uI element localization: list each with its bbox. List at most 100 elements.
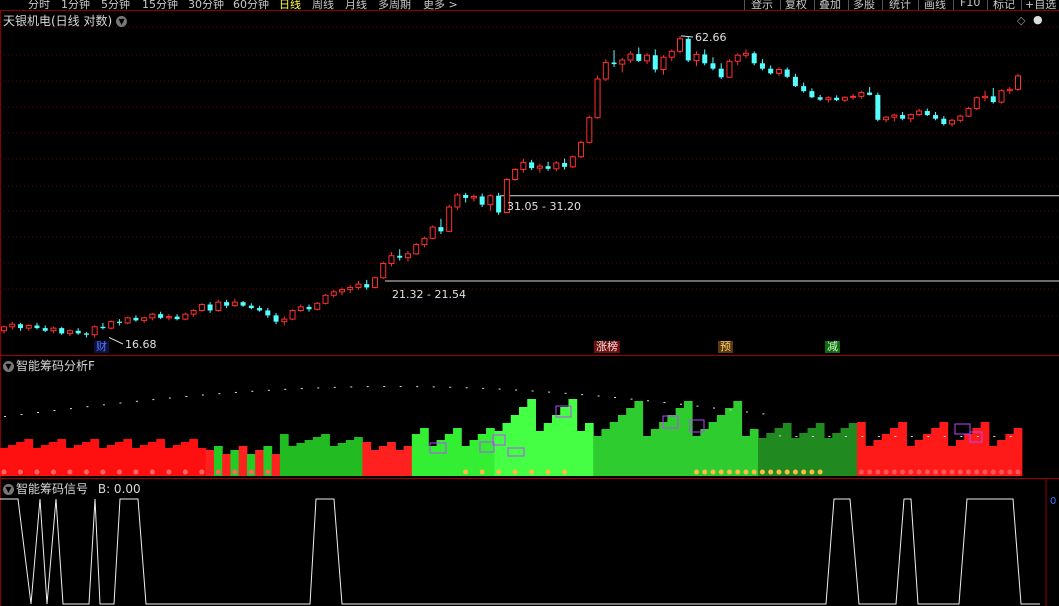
chip-bar <box>782 423 792 476</box>
candle-down <box>273 315 279 322</box>
chip-marker <box>726 469 732 475</box>
chip-marker <box>916 469 922 475</box>
event-tag-reduce[interactable]: 减 <box>825 341 840 353</box>
tab-fenshi[interactable]: 分时 <box>28 0 50 10</box>
candle-up <box>512 168 519 180</box>
chip-curve-dot <box>828 436 831 437</box>
low-price-label: 16.68 <box>125 338 157 351</box>
chip-marker <box>941 469 947 475</box>
chip-marker <box>182 469 188 475</box>
candle-down <box>867 92 873 95</box>
candle-down <box>652 55 658 70</box>
tab-monthly[interactable]: 月线 <box>345 0 367 10</box>
mark-button[interactable]: 标记 <box>993 0 1015 10</box>
candle-up <box>973 97 980 109</box>
candle-up <box>619 59 626 65</box>
chip-signal-title[interactable]: ▼ 智能筹码信号 B: 0.00 <box>3 480 141 497</box>
chip-bar <box>378 446 388 476</box>
candle-up <box>446 206 453 232</box>
chip-marker <box>166 469 172 475</box>
chip-analysis-panel[interactable]: ▼ 智能筹码分析F <box>0 356 1059 479</box>
chip-curve-dot <box>185 395 188 397</box>
chip-bar <box>444 434 454 476</box>
tab-1min[interactable]: 1分钟 <box>61 0 90 10</box>
tab-30min[interactable]: 30分钟 <box>188 0 224 10</box>
chip-bar <box>156 439 166 476</box>
tab-60min[interactable]: 60分钟 <box>233 0 269 10</box>
chip-bar <box>420 428 429 476</box>
chip-marker <box>693 469 699 475</box>
chip-curve-dot <box>234 391 237 393</box>
chip-bar <box>683 401 693 476</box>
chip-curve-dot <box>976 436 979 437</box>
chip-curve-dot <box>696 405 699 407</box>
chip-curve-dot <box>4 416 6 417</box>
chip-bar <box>123 439 133 476</box>
chip-bar <box>593 436 602 476</box>
pin-icon[interactable]: ● <box>1033 13 1043 26</box>
chip-bar <box>387 442 396 476</box>
period-toolbar: 分时 1分钟 5分钟 15分钟 30分钟 60分钟 日线 周线 月线 多周期 更… <box>0 0 1059 11</box>
candle-down <box>685 38 691 61</box>
chip-bar <box>436 440 446 476</box>
low-pointer <box>108 337 124 345</box>
chip-curve-dot <box>416 386 419 388</box>
chevron-down-icon[interactable]: ▼ <box>3 361 14 372</box>
main-chart-title[interactable]: 天银机电(日线 对数) ▼ <box>3 12 129 29</box>
candle-up <box>215 301 222 311</box>
diamond-icon[interactable]: ◇ <box>1017 14 1025 27</box>
tab-5min[interactable]: 5分钟 <box>101 0 130 10</box>
chip-signal-panel[interactable]: ▼ 智能筹码信号 B: 0.00 0 <box>0 479 1059 606</box>
statistics-button[interactable]: 统计 <box>889 0 911 10</box>
chip-bar <box>617 415 627 476</box>
display-button[interactable]: 登示 <box>751 0 773 10</box>
chip-bar <box>939 422 949 476</box>
chip-curve-dot <box>844 436 847 437</box>
candle-down <box>834 97 840 101</box>
chip-bar <box>931 428 940 476</box>
draw-line-button[interactable]: 画线 <box>924 0 946 10</box>
chip-curve-dot <box>135 400 138 402</box>
candle-down <box>75 330 81 334</box>
candle-up <box>149 313 156 319</box>
candle-up <box>998 90 1005 103</box>
restore-rights-button[interactable]: 复权 <box>785 0 807 10</box>
event-tag-limit-up-list[interactable]: 涨榜 <box>594 341 620 353</box>
candle-down <box>496 195 502 213</box>
candle-up <box>380 263 387 279</box>
event-tag-forecast[interactable]: 预 <box>718 341 733 353</box>
chip-marker <box>999 469 1005 475</box>
candle-up <box>858 92 865 97</box>
candle-down <box>42 328 48 331</box>
price-chart-panel[interactable]: 天银机电(日线 对数) ▼ ◇ ● 62.66 16.68 31.05 - 31… <box>0 11 1059 356</box>
candle-down <box>207 304 213 311</box>
chip-analysis-title[interactable]: ▼ 智能筹码分析F <box>3 357 95 374</box>
overlay-button[interactable]: 叠加 <box>819 0 841 10</box>
tab-weekly[interactable]: 周线 <box>312 0 334 10</box>
add-watchlist-button[interactable]: +自选 <box>1025 0 1056 10</box>
candle-up <box>644 54 651 62</box>
tab-multi-period[interactable]: 多周期 <box>378 0 411 10</box>
chip-marker <box>900 469 906 475</box>
candle-up <box>141 317 148 321</box>
tab-daily[interactable]: 日线 <box>279 0 301 10</box>
chip-marker <box>100 469 106 475</box>
chevron-down-icon[interactable]: ▼ <box>3 484 14 495</box>
chip-curve-dot <box>482 387 485 389</box>
candle-up <box>413 244 420 255</box>
multi-stock-button[interactable]: 多股 <box>853 0 875 10</box>
event-tag-financial[interactable]: 财 <box>94 341 109 353</box>
chip-curve-dot <box>498 388 501 390</box>
f10-button[interactable]: F10 <box>960 0 980 9</box>
chip-bar <box>675 408 685 476</box>
chip-marker <box>908 469 914 475</box>
chip-marker <box>751 469 757 475</box>
chip-bar <box>139 445 149 476</box>
chevron-down-icon[interactable]: ▼ <box>116 16 128 27</box>
chip-marker <box>1 469 7 475</box>
candle-up <box>742 52 749 56</box>
chip-marker <box>776 469 782 475</box>
tab-more[interactable]: 更多 > <box>423 0 458 10</box>
chip-marker <box>718 469 724 475</box>
tab-15min[interactable]: 15分钟 <box>142 0 178 10</box>
